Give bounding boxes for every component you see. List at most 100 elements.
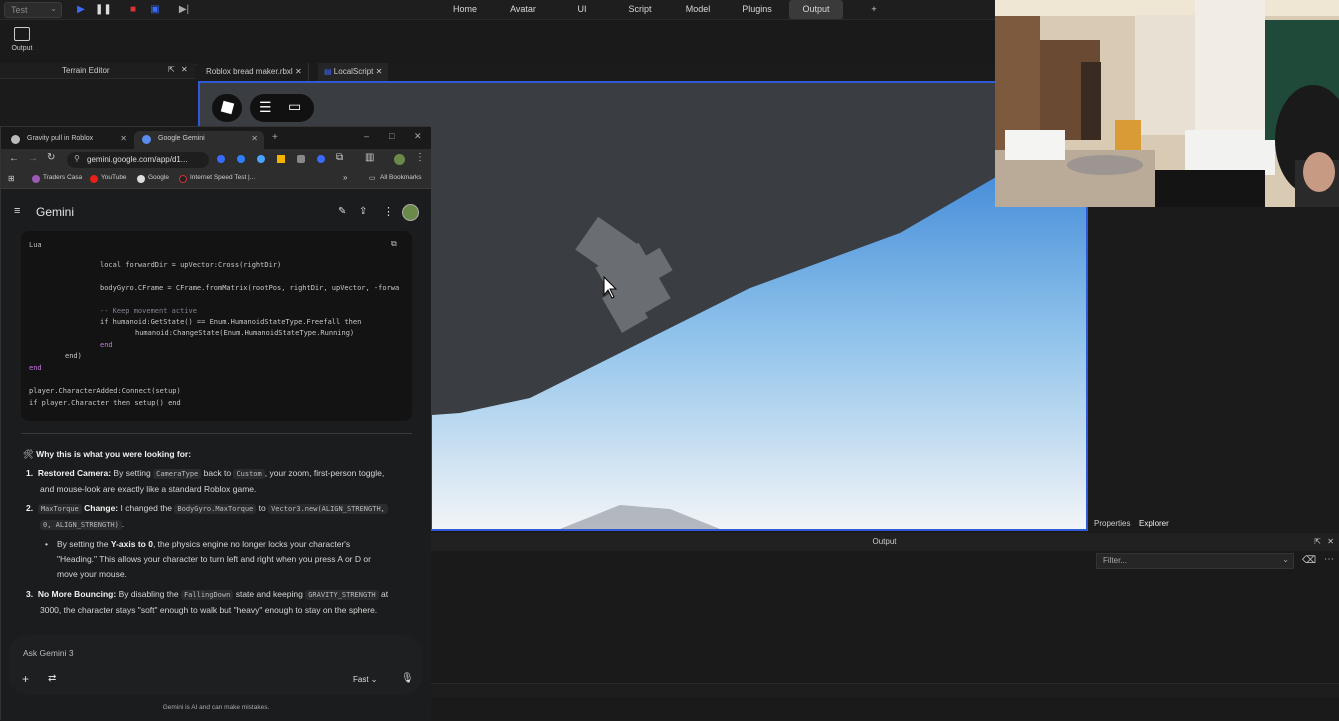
bookmark-traders-casa[interactable]: Traders Casa	[32, 174, 82, 183]
terrain-editor-title: Terrain Editor	[62, 66, 110, 75]
browser-window: Gravity pull in Roblox ✕ Google Gemini ✕ +…	[0, 126, 431, 721]
output-filter-input[interactable]: Filter... ⌄	[1096, 553, 1294, 569]
extension-icon[interactable]	[217, 155, 225, 163]
code-line: end	[100, 341, 113, 349]
output-command-bar[interactable]	[430, 683, 1339, 697]
menu-plugins[interactable]: Plugins	[736, 0, 778, 19]
microphone-icon[interactable]: 🎙	[401, 673, 414, 684]
folder-icon: ▭	[369, 175, 376, 182]
menu-model[interactable]: Model	[680, 0, 716, 19]
youtube-icon	[90, 175, 98, 183]
roblox-favicon-icon	[11, 135, 20, 144]
clear-output-icon[interactable]: ⌫	[1302, 555, 1316, 566]
add-icon[interactable]: +	[22, 672, 29, 686]
more-icon[interactable]: ⋯	[1324, 554, 1334, 565]
share-icon[interactable]: ⇪	[359, 206, 367, 217]
prompt-input[interactable]	[9, 635, 422, 695]
menu-script[interactable]: Script	[622, 0, 658, 19]
tools-sliders-icon[interactable]: ⇄	[48, 673, 56, 684]
code-line: end)	[65, 352, 82, 360]
extension-icon[interactable]	[237, 155, 245, 163]
menu-avatar[interactable]: Avatar	[503, 0, 543, 19]
tab-explorer[interactable]: Explorer	[1139, 519, 1169, 528]
client-server-icon[interactable]: ▣	[148, 3, 162, 17]
close-icon[interactable]: ✕	[251, 134, 258, 143]
undock-icon[interactable]: ⇱	[168, 65, 175, 74]
output-window-icon	[14, 27, 30, 41]
roblox-menu-button[interactable]	[212, 94, 242, 122]
copy-icon[interactable]: ⧉	[391, 239, 397, 249]
code-line: end	[29, 364, 42, 372]
code-line: if humanoid:GetState() == Enum.HumanoidS…	[100, 318, 362, 326]
close-icon[interactable]: ✕	[376, 67, 383, 76]
code-line: player.CharacterAdded:Connect(setup)	[29, 387, 181, 395]
sidepanel-icon[interactable]: ▥	[365, 152, 374, 163]
reload-icon[interactable]: ↻	[47, 152, 55, 163]
profile-avatar[interactable]	[394, 154, 405, 165]
browser-tab-gemini-label: Google Gemini	[158, 135, 205, 142]
browser-tab-gemini[interactable]: Google Gemini ✕	[134, 131, 264, 149]
menu-home[interactable]: Home	[446, 0, 484, 19]
tab-rbxl[interactable]: Roblox bread maker.rbxl ✕	[200, 63, 309, 81]
puzzle-icon[interactable]: ⧉	[336, 152, 343, 163]
chat-icon[interactable]: ▭	[288, 98, 301, 115]
output-ribbon-button[interactable]: Output	[8, 27, 36, 59]
bookmark-google[interactable]: Google	[137, 174, 169, 183]
browser-toolbar: ← → ↻ ☆ ⧉ ▥ ⋮	[1, 149, 431, 171]
apps-icon[interactable]: ⊞	[8, 174, 15, 183]
maximize-icon[interactable]: □	[389, 131, 394, 141]
extension-icon[interactable]	[277, 155, 285, 163]
play-icon[interactable]: ▶	[74, 3, 88, 17]
forward-icon[interactable]: →	[28, 153, 38, 164]
close-icon[interactable]: ✕	[295, 67, 302, 76]
gemini-title: Gemini	[36, 205, 75, 219]
kebab-menu-icon[interactable]: ⋮	[415, 152, 425, 163]
close-icon[interactable]: ✕	[181, 65, 188, 74]
tab-localscript-label: LocalScript	[333, 67, 374, 76]
bookmark-speed-test[interactable]: Internet Speed Test |...	[179, 174, 255, 183]
extension-icon[interactable]	[257, 155, 265, 163]
user-avatar[interactable]	[402, 204, 419, 221]
pause-icon[interactable]: ❚❚	[95, 3, 112, 17]
address-bar[interactable]: ⚲ gemini.google.com/app/d1...	[67, 152, 209, 168]
bookmark-all[interactable]: ▭ All Bookmarks	[369, 174, 422, 182]
bookmark-youtube[interactable]: YouTube	[90, 174, 127, 183]
test-mode-label: Test	[11, 5, 28, 15]
code-language: Lua	[29, 241, 42, 249]
webcam-overlay	[995, 0, 1339, 207]
kebab-menu-icon[interactable]: ⋮	[383, 205, 394, 218]
menu-ui[interactable]: UI	[570, 0, 594, 19]
back-icon[interactable]: ←	[9, 153, 19, 164]
extension-icon[interactable]	[317, 155, 325, 163]
code-line: -- Keep movement active	[100, 307, 197, 315]
undock-icon[interactable]: ⇱	[1314, 533, 1321, 551]
roblox-logo-icon	[220, 101, 234, 115]
response-point-1: 1. Restored Camera: By setting CameraTyp…	[26, 468, 385, 494]
divider	[21, 433, 412, 434]
new-tab-icon[interactable]: +	[272, 132, 278, 143]
minimize-icon[interactable]: –	[364, 131, 369, 141]
new-chat-icon[interactable]: ✎	[338, 206, 346, 217]
close-icon[interactable]: ✕	[1327, 533, 1334, 551]
tab-properties[interactable]: Properties	[1094, 519, 1130, 528]
hamburger-icon[interactable]: ≡	[14, 205, 20, 217]
bookmark-favicon-icon	[32, 175, 40, 183]
step-icon[interactable]: ▶|	[177, 3, 191, 17]
disclaimer: Gemini is AI and can make mistakes.	[162, 704, 270, 711]
test-mode-select[interactable]: Test ⌄	[4, 2, 62, 18]
browser-tab-gravity[interactable]: Gravity pull in Roblox ✕	[3, 131, 133, 149]
bookmark-youtube-label: YouTube	[101, 174, 127, 181]
close-icon[interactable]: ✕	[120, 134, 127, 143]
tab-localscript[interactable]: ▤ LocalScript ✕	[318, 63, 389, 81]
site-info-icon[interactable]: ⚲	[74, 154, 80, 163]
close-window-icon[interactable]: ✕	[414, 131, 422, 142]
hamburger-icon[interactable]: ☰	[259, 99, 272, 116]
mode-select[interactable]: Fast ⌄	[353, 675, 378, 684]
chevron-right-icon[interactable]: »	[343, 173, 347, 182]
menu-add[interactable]: +	[866, 0, 882, 19]
stop-icon[interactable]: ■	[126, 3, 140, 17]
shield-icon[interactable]	[297, 155, 305, 163]
output-title: Output	[872, 537, 897, 546]
menu-output[interactable]: Output	[789, 0, 843, 19]
explorer-body	[1088, 207, 1339, 516]
